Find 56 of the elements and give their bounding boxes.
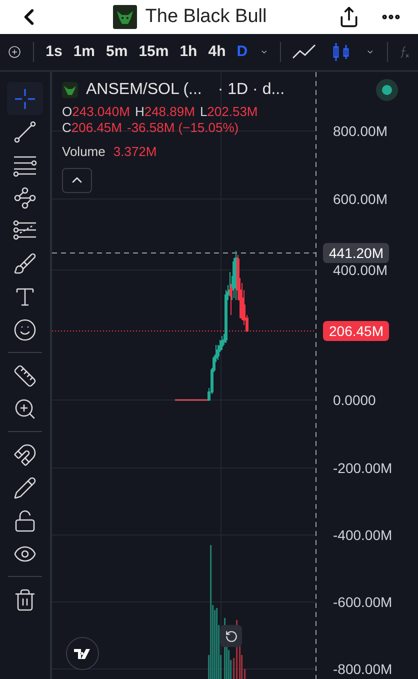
volume-value: 3.372M — [113, 143, 157, 161]
symbol-name[interactable]: ANSEM/SOL (... — [86, 78, 202, 102]
price-axis-label: 800.00M — [333, 123, 388, 139]
timeframe-tab[interactable]: 1s — [46, 40, 62, 64]
price-axis-label: -400.00M — [333, 527, 392, 543]
timeframe-tab[interactable]: 1m — [73, 40, 95, 64]
ohlc-label: L — [200, 104, 208, 120]
share-icon[interactable] — [338, 6, 360, 28]
price-axis-label: 600.00M — [333, 191, 388, 207]
ohlc-label: H — [134, 104, 144, 120]
timeframe-tab[interactable]: D — [236, 40, 248, 64]
bull-logo-icon — [113, 5, 138, 29]
interval-text: · 1D · d... — [218, 80, 285, 100]
timeframe-tab[interactable]: 5m — [106, 40, 128, 64]
collapse-legend-button[interactable] — [62, 168, 92, 192]
timeframe-tab[interactable]: 1h — [180, 40, 198, 64]
fib-levels-icon — [12, 218, 38, 242]
logo-icon — [74, 648, 92, 658]
falling-candle — [230, 284, 232, 316]
price-tag: 206.45M — [323, 321, 390, 341]
brush-icon — [13, 252, 37, 276]
reset-icon — [224, 630, 238, 642]
price-axis-label: -800.00M — [333, 661, 392, 677]
ohlc-label: O — [62, 104, 72, 120]
unlock-icon — [13, 508, 37, 532]
pattern-icon — [13, 186, 37, 210]
trash-icon — [13, 588, 37, 612]
trend-line-icon — [13, 120, 37, 144]
pencil-icon — [13, 476, 37, 500]
magnet-icon — [13, 442, 37, 466]
tradingview-logo-button[interactable] — [66, 637, 99, 670]
volume-label: Volume — [62, 143, 106, 161]
line-chart-icon — [292, 43, 316, 61]
price-axis-label: 400.00M — [333, 262, 388, 278]
price-axis-label: -600.00M — [333, 594, 392, 610]
timeframe-tab[interactable]: 4h — [208, 40, 226, 64]
candlestick-icon — [332, 42, 350, 62]
smile-icon — [13, 318, 37, 342]
ohlc-value: 243.040M — [72, 104, 130, 120]
page-title: The Black Bull — [145, 4, 267, 29]
flat-price-line — [175, 399, 208, 401]
price-tag: 441.20M — [323, 243, 390, 263]
ohlc-value: 202.53M — [207, 104, 258, 120]
ruler-icon — [13, 364, 37, 388]
price-axis-label: 0.0000 — [333, 392, 376, 408]
symbol-logo-icon — [62, 82, 78, 98]
ohlc-value: 248.89M — [144, 104, 195, 120]
ohlc-value: 206.45M — [71, 120, 122, 136]
zoom-in-icon — [13, 396, 37, 420]
ohlc-label: C — [62, 120, 72, 136]
crosshair-icon — [13, 86, 37, 110]
price-axis-label: -200.00M — [333, 460, 392, 476]
timeframe-tab[interactable]: 15m — [138, 40, 169, 64]
reset-chart-button[interactable] — [220, 625, 242, 647]
price-change: -36.58M (−15.05%) — [126, 120, 239, 136]
chart-type-button[interactable] — [292, 43, 316, 61]
